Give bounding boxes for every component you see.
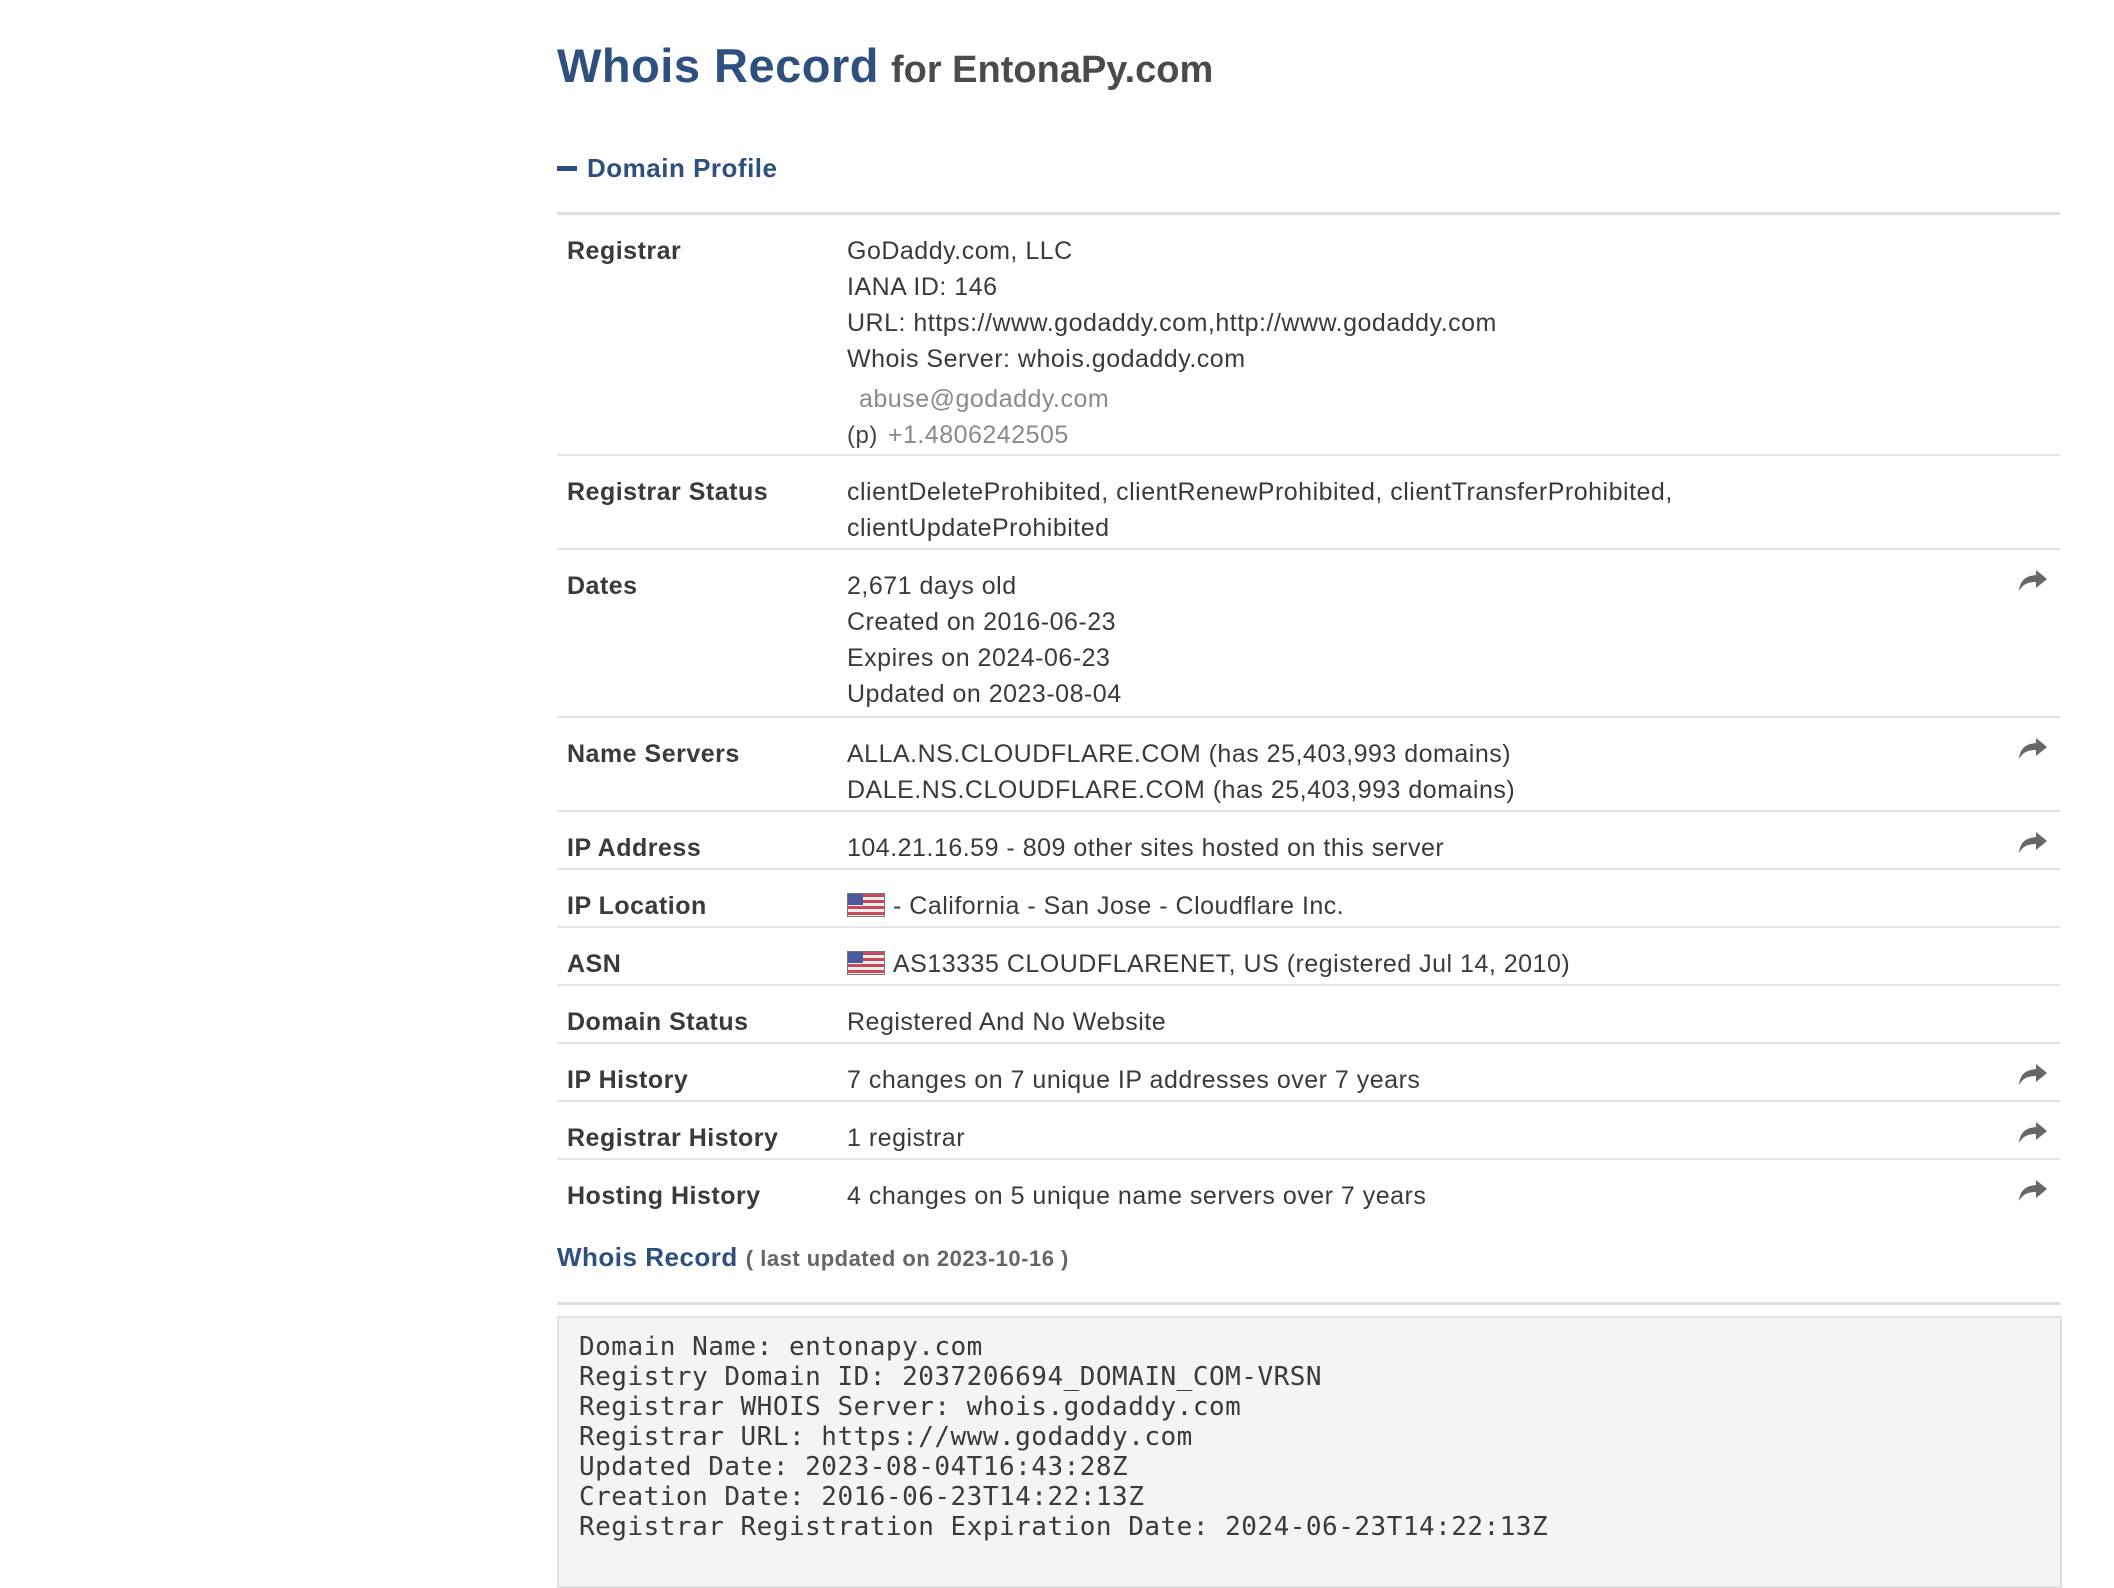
minus-icon[interactable] [557, 165, 577, 171]
row-hosting-history: Hosting History 4 changes on 5 unique na… [557, 1159, 2060, 1217]
share-arrow-icon[interactable] [2018, 830, 2048, 856]
us-flag-icon [847, 893, 885, 917]
row-registrar-history: Registrar History 1 registrar [557, 1101, 2060, 1159]
raw-line: Registrar WHOIS Server: whois.godaddy.co… [579, 1392, 1242, 1422]
row-label: Hosting History [567, 1182, 761, 1210]
row-value: clientDeleteProhibited, clientRenewProhi… [837, 455, 1998, 549]
domain-profile-heading: Domain Profile [587, 152, 778, 183]
row-registrar: Registrar GoDaddy.com, LLC IANA ID: 146 … [557, 215, 2060, 455]
page-title-domain: for EntonaPy.com [890, 49, 1214, 91]
row-value: - California - San Jose - Cloudflare Inc… [837, 869, 1998, 927]
row-value: 4 changes on 5 unique name servers over … [847, 1182, 1427, 1210]
row-value: 1 registrar [847, 1124, 966, 1152]
row-value: AS13335 CLOUDFLARENET, US (registered Ju… [837, 927, 1998, 985]
share-arrow-icon[interactable] [2018, 1178, 2048, 1204]
row-registrar-status: Registrar Status clientDeleteProhibited,… [557, 455, 2060, 549]
ip-location-text: - California - San Jose - Cloudflare Inc… [893, 892, 1345, 920]
row-value: GoDaddy.com, LLC IANA ID: 146 URL: https… [837, 215, 1998, 455]
raw-line: Creation Date: 2016-06-23T14:22:13Z [579, 1482, 1145, 1512]
domain-profile-table: Registrar GoDaddy.com, LLC IANA ID: 146 … [557, 215, 2060, 1217]
row-label: Domain Status [567, 1008, 749, 1036]
share-arrow-icon[interactable] [2018, 568, 2048, 594]
row-value: 2,671 days old Created on 2016-06-23 Exp… [837, 549, 1998, 717]
whois-record-title: Whois Record [557, 1242, 738, 1272]
name-server-2: DALE.NS.CLOUDFLARE.COM (has 25,403,993 d… [847, 776, 1516, 804]
page-title: Whois Record for EntonaPy.com [557, 36, 2060, 96]
row-value: 7 changes on 7 unique IP addresses over … [847, 1066, 1421, 1094]
registrar-phone: (p) +1.4806242505 [847, 417, 1988, 454]
name-server-1: ALLA.NS.CLOUDFLARE.COM (has 25,403,993 d… [847, 740, 1512, 768]
row-label: IP Location [567, 892, 707, 920]
row-domain-status: Domain Status Registered And No Website [557, 985, 2060, 1043]
raw-line: Domain Name: entonapy.com [579, 1332, 983, 1362]
page-title-main: Whois Record [557, 39, 879, 92]
us-flag-icon [847, 951, 885, 975]
phone-prefix: (p) [847, 422, 878, 449]
whois-record-heading: Whois Record ( last updated on 2023-10-1… [557, 1242, 1069, 1273]
row-value: Registered And No Website [847, 1008, 1167, 1036]
share-arrow-icon[interactable] [2018, 1120, 2048, 1146]
dates-expires: Expires on 2024-06-23 [847, 644, 1111, 672]
row-value: ALLA.NS.CLOUDFLARE.COM (has 25,403,993 d… [837, 717, 1998, 811]
phone-number: +1.4806242505 [887, 421, 1069, 449]
row-name-servers: Name Servers ALLA.NS.CLOUDFLARE.COM (has… [557, 717, 2060, 811]
share-arrow-icon[interactable] [2018, 1062, 2048, 1088]
row-asn: ASN AS13335 CLOUDFLARENET, US (registere… [557, 927, 2060, 985]
row-ip-history: IP History 7 changes on 7 unique IP addr… [557, 1043, 2060, 1101]
registrar-name: GoDaddy.com, LLC [847, 237, 1073, 265]
raw-whois-text: Domain Name: entonapy.com Registry Domain… [557, 1316, 2062, 1588]
dates-age: 2,671 days old [847, 572, 1017, 600]
row-label: Name Servers [567, 740, 740, 768]
row-label: IP History [567, 1066, 689, 1094]
row-label: Registrar [567, 237, 682, 265]
raw-line: Registry Domain ID: 2037206694_DOMAIN_CO… [579, 1362, 1323, 1392]
row-label: IP Address [567, 834, 702, 862]
registrar-whois-server: Whois Server: whois.godaddy.com [847, 345, 1246, 373]
whois-page: Whois Record for EntonaPy.com Domain Prof… [557, 36, 2062, 1588]
asn-text: AS13335 CLOUDFLARENET, US (registered Ju… [893, 950, 1571, 978]
dates-created: Created on 2016-06-23 [847, 608, 1117, 636]
raw-line: Updated Date: 2023-08-04T16:43:28Z [579, 1452, 1129, 1482]
row-dates: Dates 2,671 days old Created on 2016-06-… [557, 549, 2060, 717]
row-value: 104.21.16.59 - 809 other sites hosted on… [847, 834, 1445, 862]
row-ip-address: IP Address 104.21.16.59 - 809 other site… [557, 811, 2060, 869]
raw-line: Registrar Registration Expiration Date: … [579, 1512, 1549, 1542]
registrar-email: abuse@godaddy.com [859, 385, 1110, 413]
share-arrow-icon[interactable] [2018, 736, 2048, 762]
registrar-url: URL: https://www.godaddy.com,http://www.… [847, 309, 1497, 337]
row-label: ASN [567, 950, 622, 978]
status-line-1: clientDeleteProhibited, clientRenewProhi… [847, 478, 1673, 506]
last-updated: ( last updated on 2023-10-16 ) [745, 1246, 1069, 1271]
raw-line: Registrar URL: https://www.godaddy.com [579, 1422, 1193, 1452]
registrar-iana: IANA ID: 146 [847, 273, 998, 301]
row-ip-location: IP Location - California - San Jose - Cl… [557, 869, 2060, 927]
divider [557, 1302, 2060, 1305]
row-label: Registrar History [567, 1124, 779, 1152]
dates-updated: Updated on 2023-08-04 [847, 680, 1122, 708]
row-label: Registrar Status [567, 478, 769, 506]
domain-profile-toggle[interactable]: Domain Profile [557, 150, 777, 186]
row-label: Dates [567, 572, 638, 600]
status-line-2: clientUpdateProhibited [847, 514, 1110, 542]
